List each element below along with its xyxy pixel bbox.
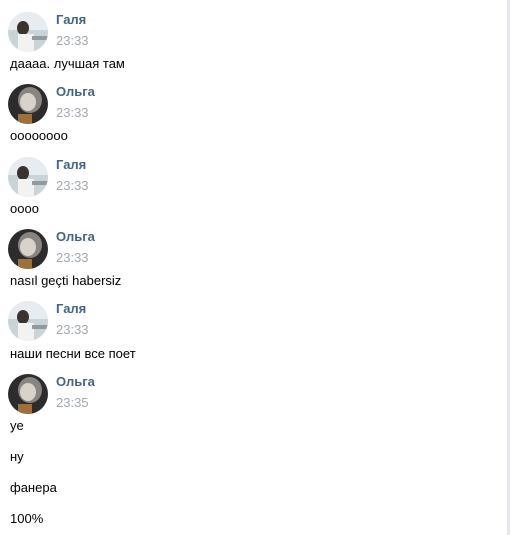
olga-avatar-image (8, 229, 48, 269)
message-text: ye (10, 418, 24, 433)
message-time[interactable]: 23:33 (56, 105, 89, 121)
avatar[interactable] (8, 84, 48, 124)
message-author[interactable]: Галя (56, 157, 86, 173)
avatar[interactable] (8, 374, 48, 414)
message-time[interactable]: 23:33 (56, 178, 89, 194)
olga-avatar-image (8, 374, 48, 414)
galya-avatar-image (8, 157, 48, 197)
avatar[interactable] (8, 157, 48, 197)
avatar[interactable] (8, 12, 48, 52)
message-time[interactable]: 23:33 (56, 33, 89, 49)
olga-avatar-image (8, 84, 48, 124)
message-author[interactable]: Ольга (56, 229, 95, 245)
message-time[interactable]: 23:33 (56, 322, 89, 338)
galya-avatar-image (8, 301, 48, 341)
message-text: оооо (10, 201, 39, 216)
message-text: фанера (10, 480, 57, 495)
message-author[interactable]: Галя (56, 301, 86, 317)
avatar[interactable] (8, 301, 48, 341)
message-time[interactable]: 23:33 (56, 250, 89, 266)
message-text: даааа. лучшая там (10, 56, 125, 71)
message-author[interactable]: Ольга (56, 84, 95, 100)
message-text: оооооооо (10, 128, 68, 143)
message-text: наши песни все поет (10, 346, 136, 361)
message-time[interactable]: 23:35 (56, 395, 89, 411)
chat-history: Галя 23:33 даааа. лучшая там Ольга 23:33… (0, 0, 510, 535)
message-text: nasıl geçti habersiz (10, 273, 122, 288)
message-text: ну (10, 449, 24, 464)
message-author[interactable]: Галя (56, 12, 86, 28)
avatar[interactable] (8, 229, 48, 269)
message-author[interactable]: Ольга (56, 374, 95, 390)
message-text: 100% (10, 511, 44, 526)
galya-avatar-image (8, 12, 48, 52)
